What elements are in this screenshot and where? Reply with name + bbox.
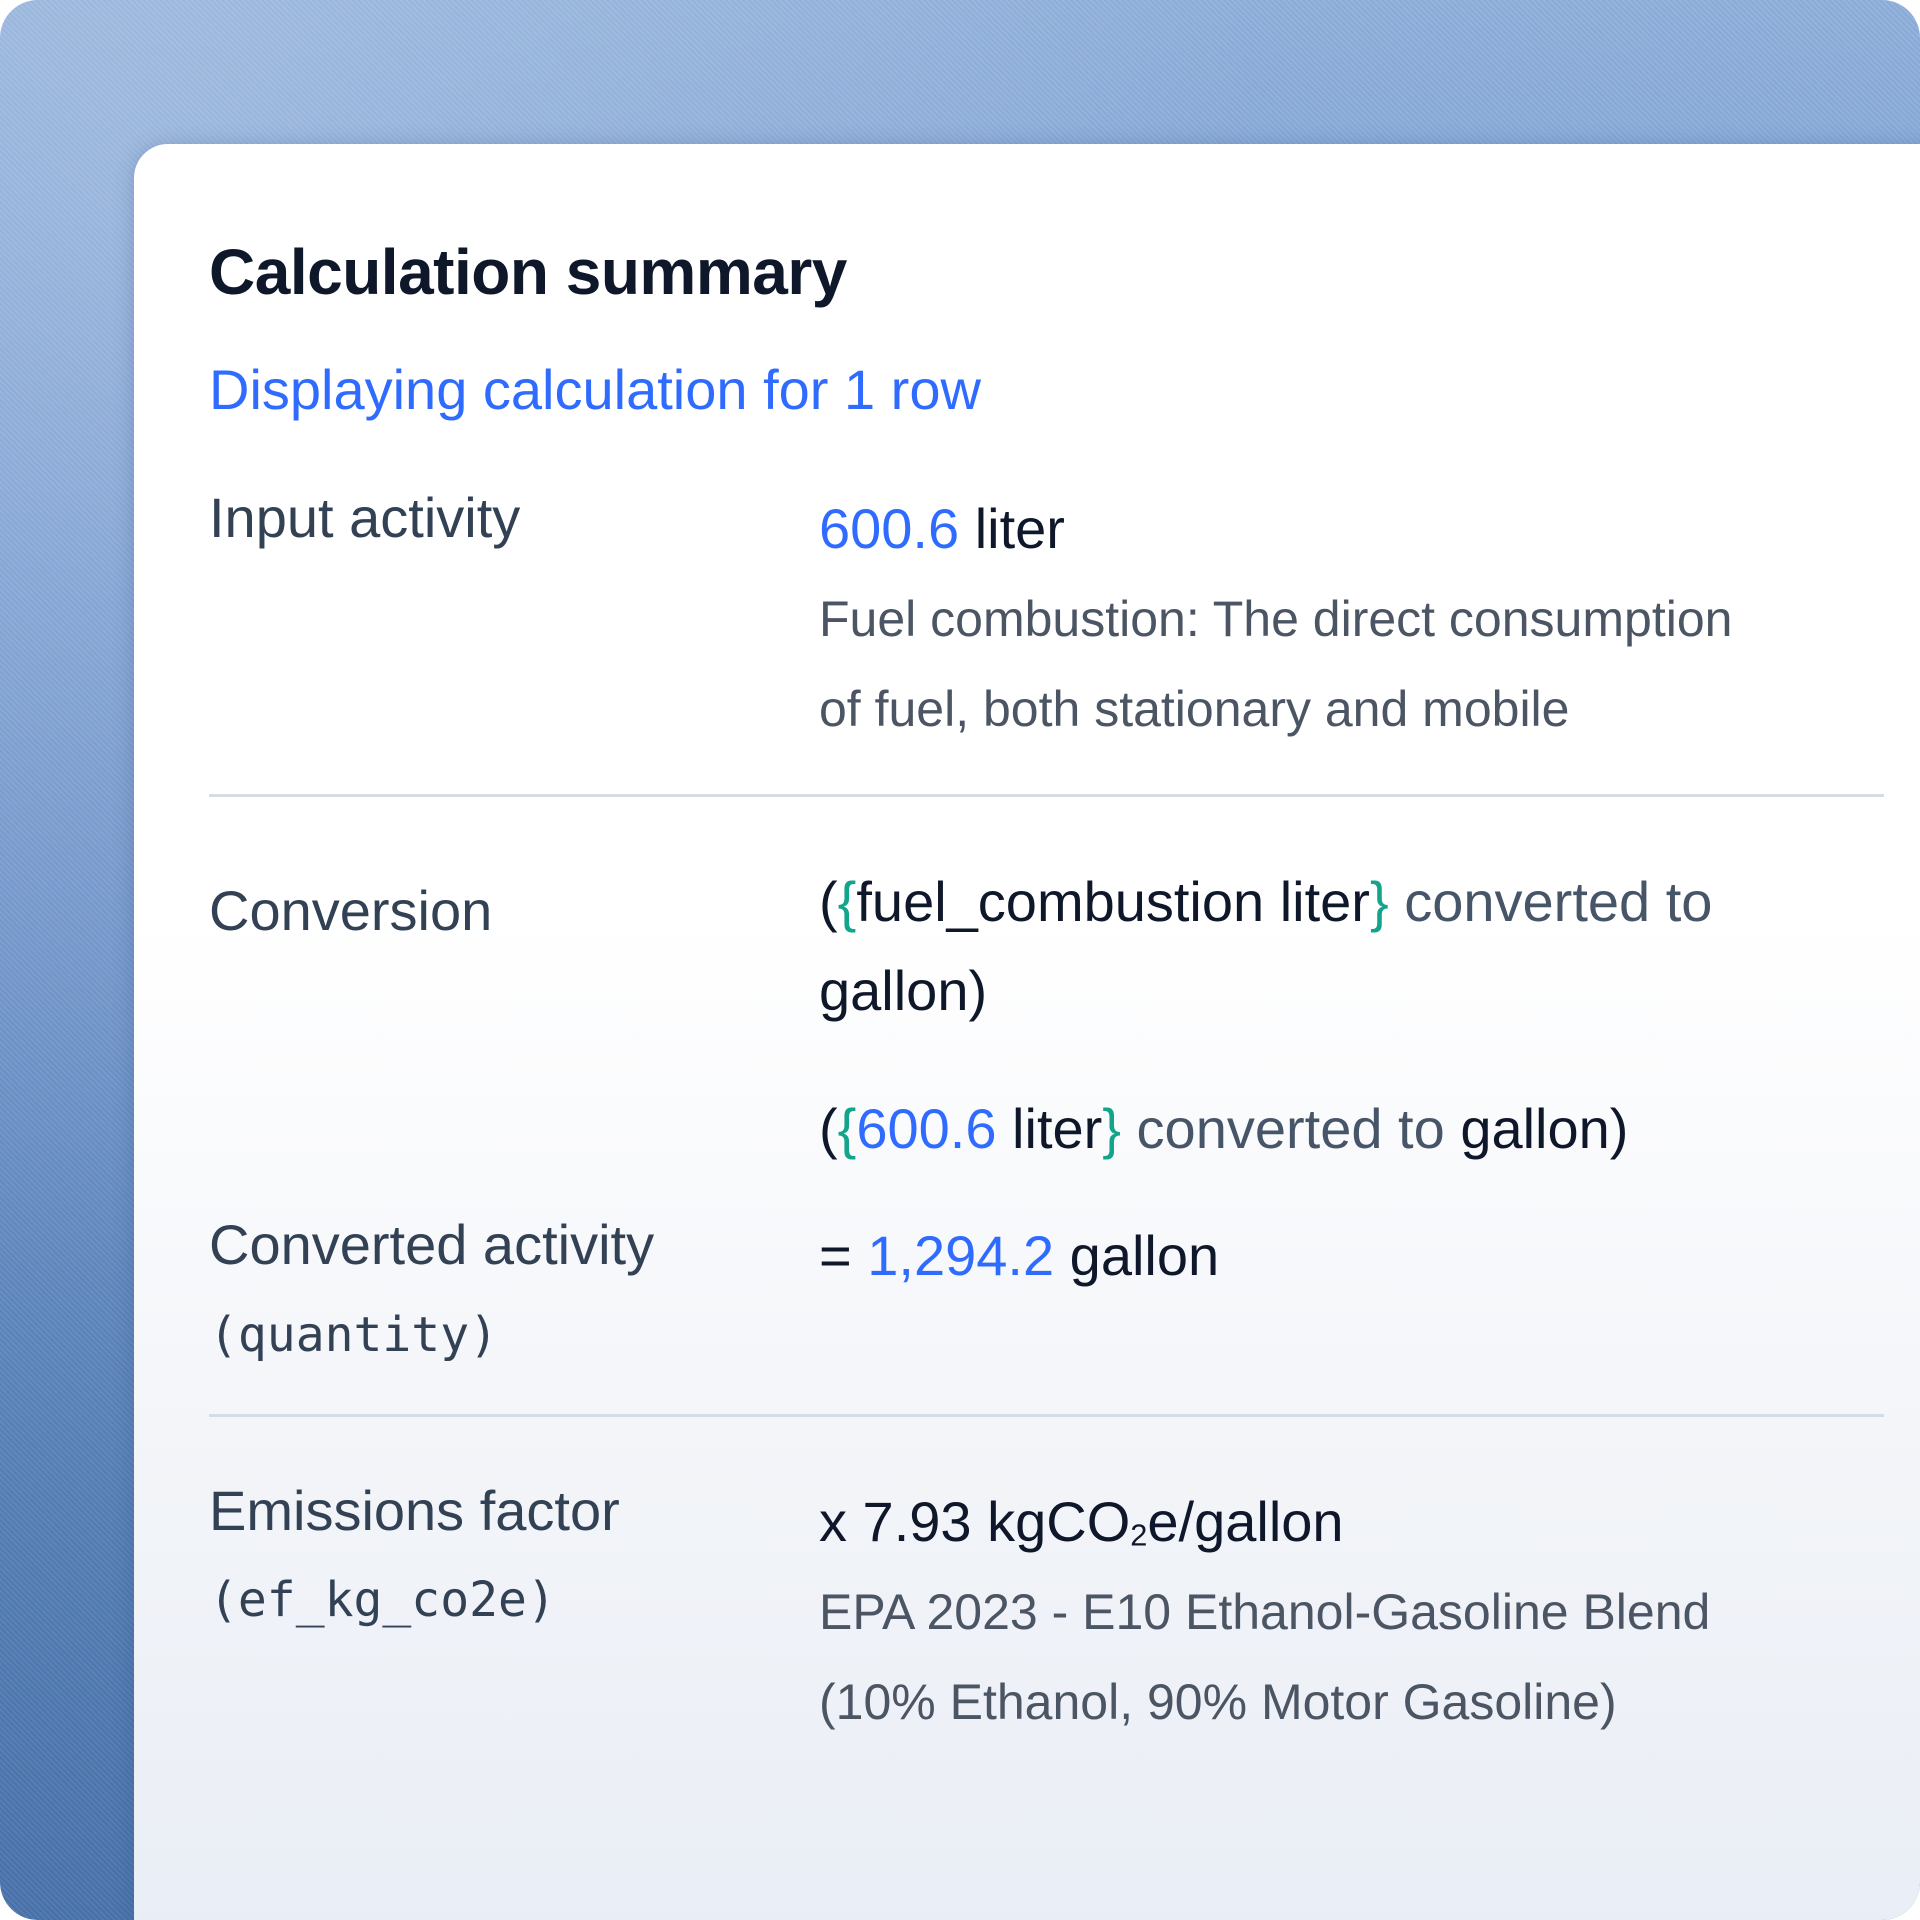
emissions-factor-label: Emissions factor [209,1479,620,1543]
row-count-subtitle: Displaying calculation for 1 row [209,358,981,421]
evaluated-close-paren: ) [1609,1096,1629,1160]
conversion-label-col: Conversion [209,857,819,1174]
evaluated-brace-close: } [1102,1096,1121,1160]
conversion-evaluated-formula: ({600.6 liter} converted to gallon) [819,1084,1884,1174]
formula-brace-open: { [837,869,857,933]
input-activity-label: Input activity [209,486,521,549]
emissions-factor-row: Emissions factor (ef_kg_co2e) x 7.93 kgC… [209,1477,1884,1747]
converted-activity-value-col: = 1,294.2 gallon [819,1211,1884,1364]
evaluated-target-unit: gallon [1460,1096,1610,1160]
formula-converted-to: converted to [1388,869,1713,933]
emissions-factor-subscript: 2 [1130,1517,1148,1553]
input-activity-value-col: 600.6 liter Fuel combustion: The direct … [819,484,1884,754]
background-canvas: Calculation summary Displaying calculati… [0,0,1920,1920]
conversion-label: Conversion [209,878,493,942]
converted-activity-amount: 1,294.2 [867,1224,1055,1288]
conversion-formula: ({fuel_combustion liter} converted to gal… [819,857,1884,1036]
input-activity-unit: liter [974,497,1065,560]
conversion-value-col: ({fuel_combustion liter} converted to gal… [819,857,1884,1174]
emissions-factor-value: x 7.93 kgCO2e/gallon [819,1477,1884,1567]
emissions-factor-suffix: e/gallon [1147,1490,1344,1554]
converted-activity-row: Converted activity (quantity) = 1,294.2 … [209,1211,1884,1364]
converted-activity-prefix: = [819,1224,868,1288]
converted-activity-label: Converted activity [209,1213,655,1277]
evaluated-brace-open: { [837,1096,857,1160]
input-activity-row: Input activity 600.6 liter Fuel combusti… [209,484,1884,754]
formula-open-paren: ( [819,869,838,933]
evaluated-open-paren: ( [819,1096,838,1160]
card-title: Calculation summary [209,236,847,308]
emissions-factor-source: EPA 2023 - E10 Ethanol-Gasoline Blend (1… [819,1567,1884,1747]
emissions-factor-value-col: x 7.93 kgCO2e/gallon EPA 2023 - E10 Etha… [819,1477,1884,1747]
input-activity-description: Fuel combustion: The direct consumption … [819,574,1884,754]
card-content: Calculation summary Displaying calculati… [209,234,1884,1747]
input-activity-amount: 600.6 [819,497,960,560]
emissions-factor-prefix: x 7.93 kgCO [819,1490,1131,1554]
evaluated-converted-to: converted to [1121,1096,1461,1160]
divider [209,793,1884,797]
converted-activity-code: (quantity) [209,1306,498,1363]
input-activity-label-col: Input activity [209,484,819,754]
conversion-row: Conversion ({fuel_combustion liter} conv… [209,857,1884,1174]
emissions-factor-code: (ef_kg_co2e) [209,1572,556,1629]
converted-activity-value: = 1,294.2 gallon [819,1211,1884,1301]
formula-close-paren: ) [968,959,988,1023]
converted-activity-label-col: Converted activity (quantity) [209,1211,819,1364]
formula-variable: fuel_combustion liter [856,869,1370,933]
evaluated-unit: liter [996,1096,1103,1160]
input-activity-value: 600.6 liter [819,484,1884,574]
evaluated-amount: 600.6 [856,1096,997,1160]
formula-brace-close: } [1369,869,1389,933]
divider [209,1414,1884,1418]
input-activity-description-line-2: of fuel, both stationary and mobile [819,680,1570,737]
formula-target-unit: gallon [819,959,969,1023]
input-activity-description-line-1: Fuel combustion: The direct consumption [819,590,1733,647]
emissions-factor-source-line-2: (10% Ethanol, 90% Motor Gasoline) [819,1673,1617,1730]
converted-activity-unit: gallon [1054,1224,1220,1288]
emissions-factor-label-col: Emissions factor (ef_kg_co2e) [209,1477,819,1747]
calculation-summary-card: Calculation summary Displaying calculati… [134,144,1920,1920]
emissions-factor-source-line-1: EPA 2023 - E10 Ethanol-Gasoline Blend [819,1583,1711,1640]
